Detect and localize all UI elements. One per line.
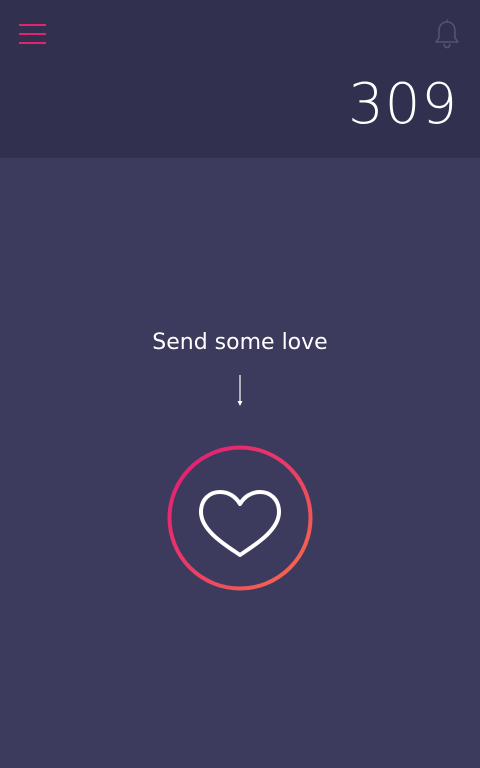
hamburger-menu-icon bbox=[19, 24, 46, 26]
app-screen: 309 Send some love bbox=[0, 0, 480, 768]
heart-icon bbox=[199, 490, 281, 557]
arrow-down-icon bbox=[237, 375, 243, 406]
menu-button[interactable] bbox=[19, 22, 47, 46]
bell-icon bbox=[435, 19, 459, 49]
love-count: 309 bbox=[348, 72, 458, 137]
hamburger-menu-icon-bar bbox=[19, 33, 46, 35]
send-love-button[interactable] bbox=[167, 445, 313, 591]
hamburger-menu-icon-bar bbox=[19, 42, 46, 44]
love-button-ring bbox=[167, 445, 313, 591]
notifications-button[interactable] bbox=[433, 19, 461, 49]
header-bar: 309 bbox=[0, 0, 480, 158]
send-love-prompt: Send some love bbox=[152, 330, 328, 355]
